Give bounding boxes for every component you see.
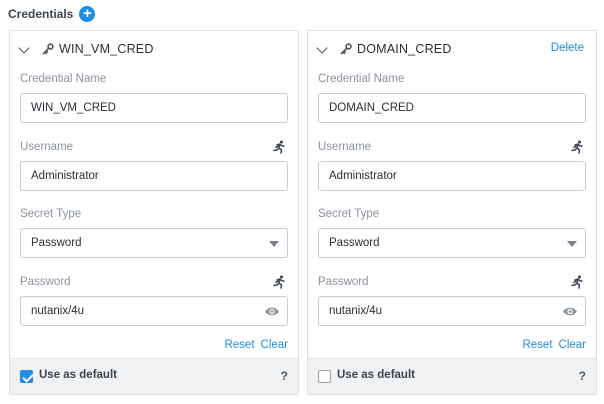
clear-link[interactable]: Clear: [261, 339, 288, 351]
delete-button[interactable]: Delete: [551, 42, 584, 54]
use-as-default-checkbox[interactable]: [20, 370, 33, 383]
reset-link[interactable]: Reset: [522, 339, 552, 351]
add-credential-button[interactable]: +: [79, 6, 96, 22]
eye-icon[interactable]: [562, 306, 578, 317]
credential-card-domain: DOMAIN_CRED Delete Credential Name DOMAI…: [307, 30, 597, 395]
card-footer: Use as default ?: [10, 358, 298, 394]
secret-type-value: Password: [329, 237, 380, 249]
key-icon: [340, 43, 352, 55]
field-actions: Reset Clear: [224, 339, 288, 351]
username-label: Username: [20, 141, 74, 153]
card-footer: Use as default ?: [308, 358, 596, 394]
credential-title: DOMAIN_CRED: [357, 42, 452, 56]
running-person-icon[interactable]: [272, 140, 286, 154]
help-icon[interactable]: ?: [281, 369, 288, 383]
section-title: Credentials: [8, 7, 74, 21]
secret-type-label: Secret Type: [20, 208, 82, 220]
clear-link[interactable]: Clear: [559, 339, 586, 351]
credential-name-label: Credential Name: [20, 73, 107, 85]
use-as-default-label[interactable]: Use as default: [337, 369, 415, 381]
card-header[interactable]: WIN_VM_CRED: [10, 31, 298, 67]
running-person-icon[interactable]: [272, 275, 286, 289]
secret-type-select[interactable]: Password: [20, 228, 288, 258]
username-input[interactable]: Administrator: [318, 161, 586, 191]
password-value: nutanix/4u: [329, 305, 383, 317]
password-label: Password: [318, 276, 369, 288]
secret-type-select[interactable]: Password: [318, 228, 586, 258]
chevron-down-icon[interactable]: [316, 42, 328, 54]
credential-title: WIN_VM_CRED: [59, 42, 154, 56]
field-actions: Reset Clear: [522, 339, 586, 351]
use-as-default-label[interactable]: Use as default: [39, 369, 117, 381]
password-label: Password: [20, 276, 71, 288]
reset-link[interactable]: Reset: [224, 339, 254, 351]
credential-card-win-vm: WIN_VM_CRED Credential Name WIN_VM_CRED …: [9, 30, 299, 395]
running-person-icon[interactable]: [570, 140, 584, 154]
secret-type-label: Secret Type: [318, 208, 380, 220]
help-icon[interactable]: ?: [579, 369, 586, 383]
use-as-default-checkbox[interactable]: [318, 370, 331, 383]
caret-down-icon[interactable]: [269, 241, 279, 247]
credentials-panel: Credentials + WIN_VM_CRED Credential Nam…: [0, 0, 604, 404]
username-label: Username: [318, 141, 372, 153]
secret-type-value: Password: [31, 237, 82, 249]
key-icon: [42, 43, 54, 55]
password-input[interactable]: nutanix/4u: [318, 296, 586, 326]
caret-down-icon[interactable]: [567, 241, 577, 247]
credential-name-label: Credential Name: [318, 73, 405, 85]
eye-icon[interactable]: [264, 306, 280, 317]
credential-name-input[interactable]: WIN_VM_CRED: [20, 93, 288, 123]
credential-name-input[interactable]: DOMAIN_CRED: [318, 93, 586, 123]
password-input[interactable]: nutanix/4u: [20, 296, 288, 326]
running-person-icon[interactable]: [570, 275, 584, 289]
card-header[interactable]: DOMAIN_CRED Delete: [308, 31, 596, 67]
username-input[interactable]: Administrator: [20, 161, 288, 191]
credentials-header: Credentials +: [8, 6, 96, 22]
password-value: nutanix/4u: [31, 305, 85, 317]
chevron-down-icon[interactable]: [18, 42, 30, 54]
